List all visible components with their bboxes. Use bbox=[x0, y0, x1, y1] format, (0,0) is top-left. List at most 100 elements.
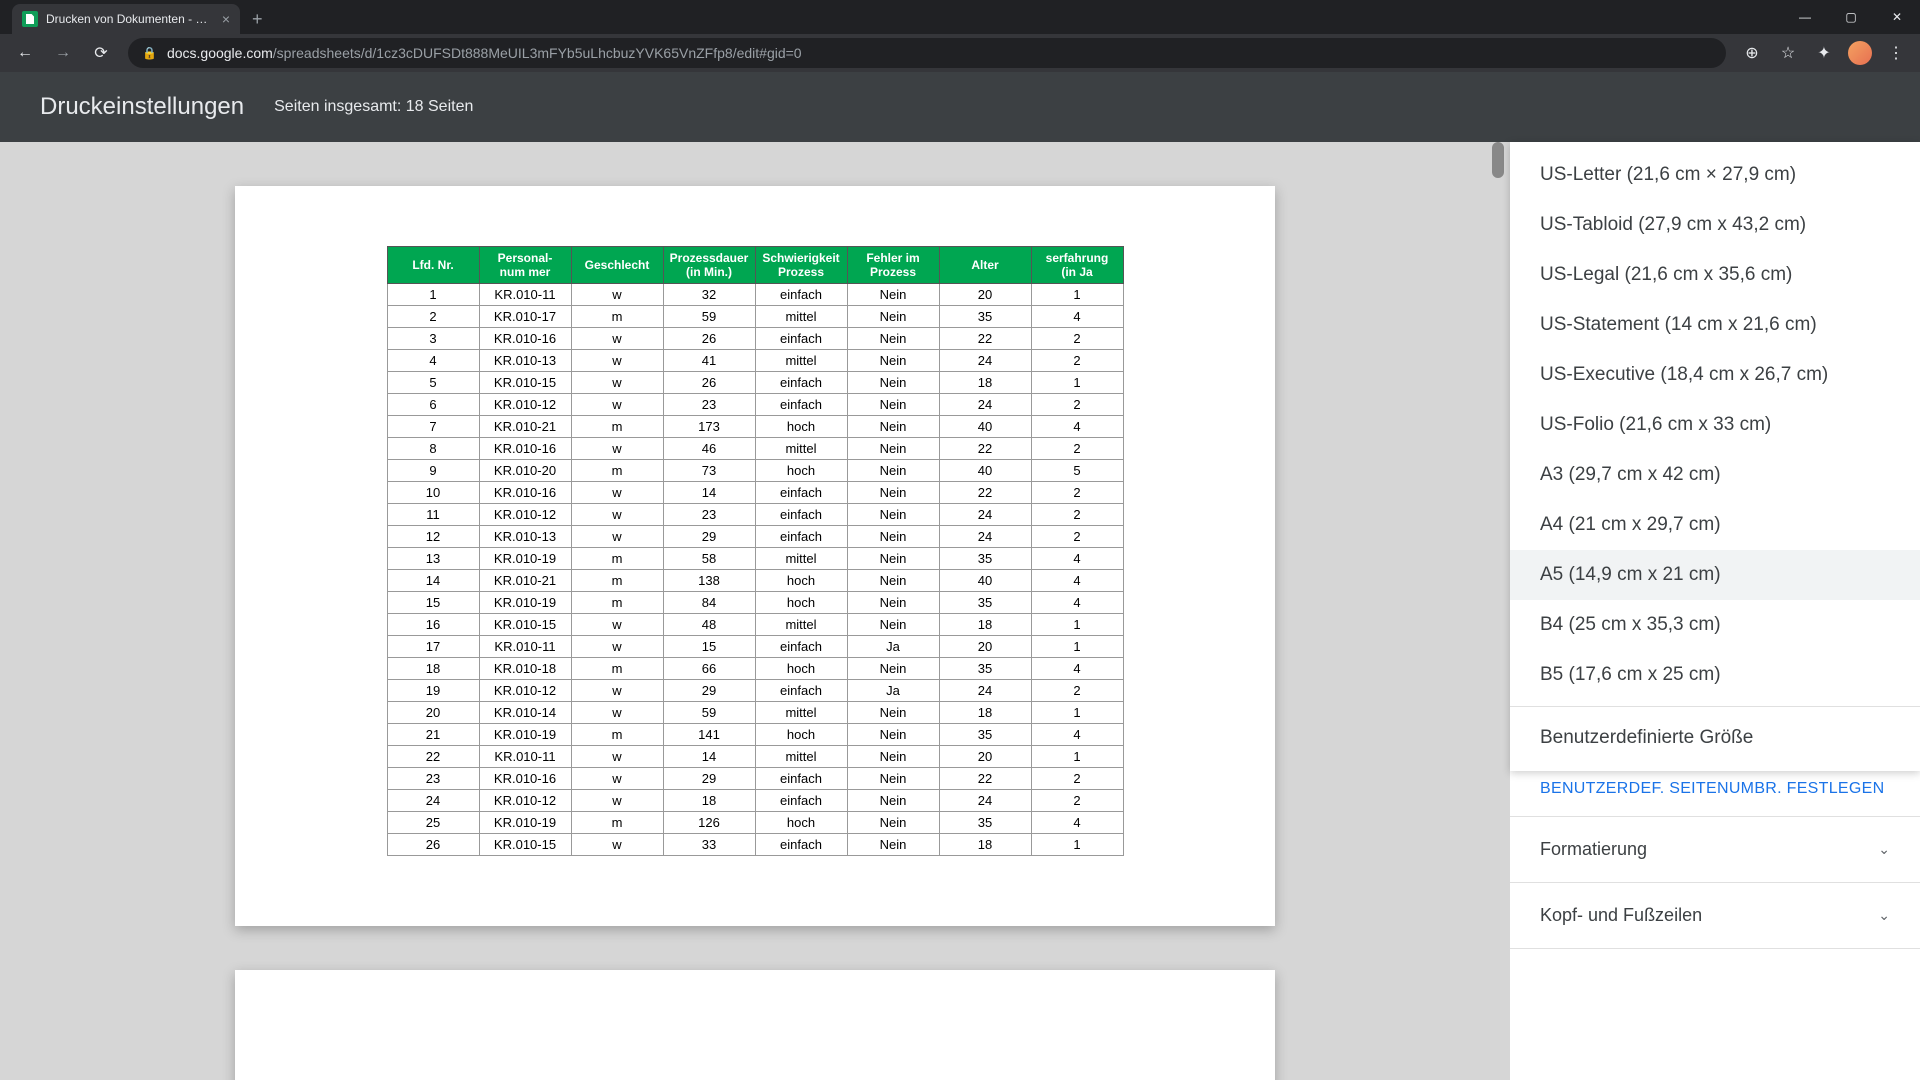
paper-size-option[interactable]: B5 (17,6 cm x 25 cm) bbox=[1510, 650, 1920, 700]
profile-avatar[interactable] bbox=[1844, 37, 1876, 69]
table-cell: 35 bbox=[939, 592, 1031, 614]
table-cell: Nein bbox=[847, 790, 939, 812]
maximize-button[interactable]: ▢ bbox=[1828, 0, 1874, 34]
table-cell: 2 bbox=[1031, 768, 1123, 790]
table-cell: 10 bbox=[387, 482, 479, 504]
table-cell: 73 bbox=[663, 460, 755, 482]
column-header: Fehler im Prozess bbox=[847, 247, 939, 284]
table-cell: KR.010-16 bbox=[479, 768, 571, 790]
table-cell: Nein bbox=[847, 812, 939, 834]
paper-size-option[interactable]: B4 (25 cm x 35,3 cm) bbox=[1510, 600, 1920, 650]
table-cell: einfach bbox=[755, 504, 847, 526]
page-count: Seiten insgesamt: 18 Seiten bbox=[274, 98, 473, 116]
table-cell: hoch bbox=[755, 416, 847, 438]
table-cell: m bbox=[571, 812, 663, 834]
table-cell: 18 bbox=[939, 372, 1031, 394]
table-row: 5KR.010-15w26einfachNein181 bbox=[387, 372, 1123, 394]
table-cell: 2 bbox=[1031, 350, 1123, 372]
table-cell: 59 bbox=[663, 306, 755, 328]
table-cell: hoch bbox=[755, 724, 847, 746]
table-row: 22KR.010-11w14mittelNein201 bbox=[387, 746, 1123, 768]
table-cell: m bbox=[571, 724, 663, 746]
table-cell: einfach bbox=[755, 790, 847, 812]
scrollbar-thumb[interactable] bbox=[1492, 142, 1504, 178]
close-tab-icon[interactable]: × bbox=[222, 11, 230, 27]
table-cell: w bbox=[571, 284, 663, 306]
zoom-icon[interactable]: ⊕ bbox=[1736, 37, 1768, 69]
print-settings-header: Druckeinstellungen Seiten insgesamt: 18 … bbox=[0, 72, 1920, 142]
paper-size-option[interactable]: A3 (29,7 cm x 42 cm) bbox=[1510, 450, 1920, 500]
headers-footers-section[interactable]: Kopf- und Fußzeilen ⌄ bbox=[1510, 883, 1920, 949]
table-row: 4KR.010-13w41mittelNein242 bbox=[387, 350, 1123, 372]
table-cell: KR.010-15 bbox=[479, 834, 571, 856]
forward-button[interactable]: → bbox=[46, 36, 80, 70]
table-cell: einfach bbox=[755, 394, 847, 416]
lock-icon: 🔒 bbox=[142, 46, 157, 60]
table-cell: 23 bbox=[663, 504, 755, 526]
table-cell: KR.010-15 bbox=[479, 372, 571, 394]
table-cell: Nein bbox=[847, 768, 939, 790]
table-cell: 4 bbox=[1031, 592, 1123, 614]
table-cell: 19 bbox=[387, 680, 479, 702]
table-cell: 20 bbox=[939, 746, 1031, 768]
minimize-button[interactable]: — bbox=[1782, 0, 1828, 34]
paper-size-option[interactable]: US-Letter (21,6 cm × 27,9 cm) bbox=[1510, 150, 1920, 200]
back-button[interactable]: ← bbox=[8, 36, 42, 70]
table-cell: 141 bbox=[663, 724, 755, 746]
table-cell: Nein bbox=[847, 570, 939, 592]
paper-size-option[interactable]: US-Legal (21,6 cm x 35,6 cm) bbox=[1510, 250, 1920, 300]
table-cell: 40 bbox=[939, 570, 1031, 592]
table-row: 24KR.010-12w18einfachNein242 bbox=[387, 790, 1123, 812]
close-window-button[interactable]: ✕ bbox=[1874, 0, 1920, 34]
extensions-icon[interactable]: ✦ bbox=[1808, 37, 1840, 69]
table-cell: 2 bbox=[387, 306, 479, 328]
paper-size-option[interactable]: A4 (21 cm x 29,7 cm) bbox=[1510, 500, 1920, 550]
table-row: 9KR.010-20m73hochNein405 bbox=[387, 460, 1123, 482]
table-cell: 24 bbox=[387, 790, 479, 812]
reload-button[interactable]: ⟳ bbox=[84, 36, 118, 70]
paper-size-option[interactable]: US-Statement (14 cm x 21,6 cm) bbox=[1510, 300, 1920, 350]
formatting-section[interactable]: Formatierung ⌄ bbox=[1510, 817, 1920, 883]
table-cell: einfach bbox=[755, 636, 847, 658]
print-sidebar: US-Letter (21,6 cm × 27,9 cm)US-Tabloid … bbox=[1510, 142, 1920, 1080]
new-tab-button[interactable]: + bbox=[252, 9, 263, 30]
table-cell: w bbox=[571, 438, 663, 460]
browser-menu-icon[interactable]: ⋮ bbox=[1880, 37, 1912, 69]
table-cell: hoch bbox=[755, 570, 847, 592]
table-cell: 35 bbox=[939, 658, 1031, 680]
preview-page-1: Lfd. Nr.Personal-num merGeschlechtProzes… bbox=[235, 186, 1275, 926]
paper-size-option[interactable]: US-Folio (21,6 cm x 33 cm) bbox=[1510, 400, 1920, 450]
table-cell: Nein bbox=[847, 592, 939, 614]
bookmark-icon[interactable]: ☆ bbox=[1772, 37, 1804, 69]
table-cell: Nein bbox=[847, 460, 939, 482]
column-header: Lfd. Nr. bbox=[387, 247, 479, 284]
table-cell: 1 bbox=[1031, 284, 1123, 306]
print-preview-area[interactable]: Lfd. Nr.Personal-num merGeschlechtProzes… bbox=[0, 142, 1510, 1080]
table-cell: 40 bbox=[939, 416, 1031, 438]
table-cell: 14 bbox=[387, 570, 479, 592]
table-cell: mittel bbox=[755, 306, 847, 328]
table-cell: Nein bbox=[847, 306, 939, 328]
paper-size-option[interactable]: A5 (14,9 cm x 21 cm) bbox=[1510, 550, 1920, 600]
paper-size-option[interactable]: US-Executive (18,4 cm x 26,7 cm) bbox=[1510, 350, 1920, 400]
table-cell: hoch bbox=[755, 460, 847, 482]
table-cell: 22 bbox=[387, 746, 479, 768]
browser-tab[interactable]: Drucken von Dokumenten - Goo… × bbox=[12, 4, 240, 34]
table-cell: Nein bbox=[847, 482, 939, 504]
table-row: 11KR.010-12w23einfachNein242 bbox=[387, 504, 1123, 526]
address-bar[interactable]: 🔒 docs.google.com/spreadsheets/d/1cz3cDU… bbox=[128, 38, 1726, 68]
table-row: 8KR.010-16w46mittelNein222 bbox=[387, 438, 1123, 460]
table-cell: 66 bbox=[663, 658, 755, 680]
table-cell: m bbox=[571, 460, 663, 482]
table-cell: einfach bbox=[755, 526, 847, 548]
table-cell: 4 bbox=[1031, 306, 1123, 328]
table-row: 14KR.010-21m138hochNein404 bbox=[387, 570, 1123, 592]
table-cell: KR.010-12 bbox=[479, 680, 571, 702]
custom-size-option[interactable]: Benutzerdefinierte Größe bbox=[1510, 713, 1920, 763]
table-cell: 24 bbox=[939, 394, 1031, 416]
table-cell: m bbox=[571, 658, 663, 680]
table-cell: 3 bbox=[387, 328, 479, 350]
table-row: 12KR.010-13w29einfachNein242 bbox=[387, 526, 1123, 548]
paper-size-dropdown: US-Letter (21,6 cm × 27,9 cm)US-Tabloid … bbox=[1510, 142, 1920, 771]
paper-size-option[interactable]: US-Tabloid (27,9 cm x 43,2 cm) bbox=[1510, 200, 1920, 250]
